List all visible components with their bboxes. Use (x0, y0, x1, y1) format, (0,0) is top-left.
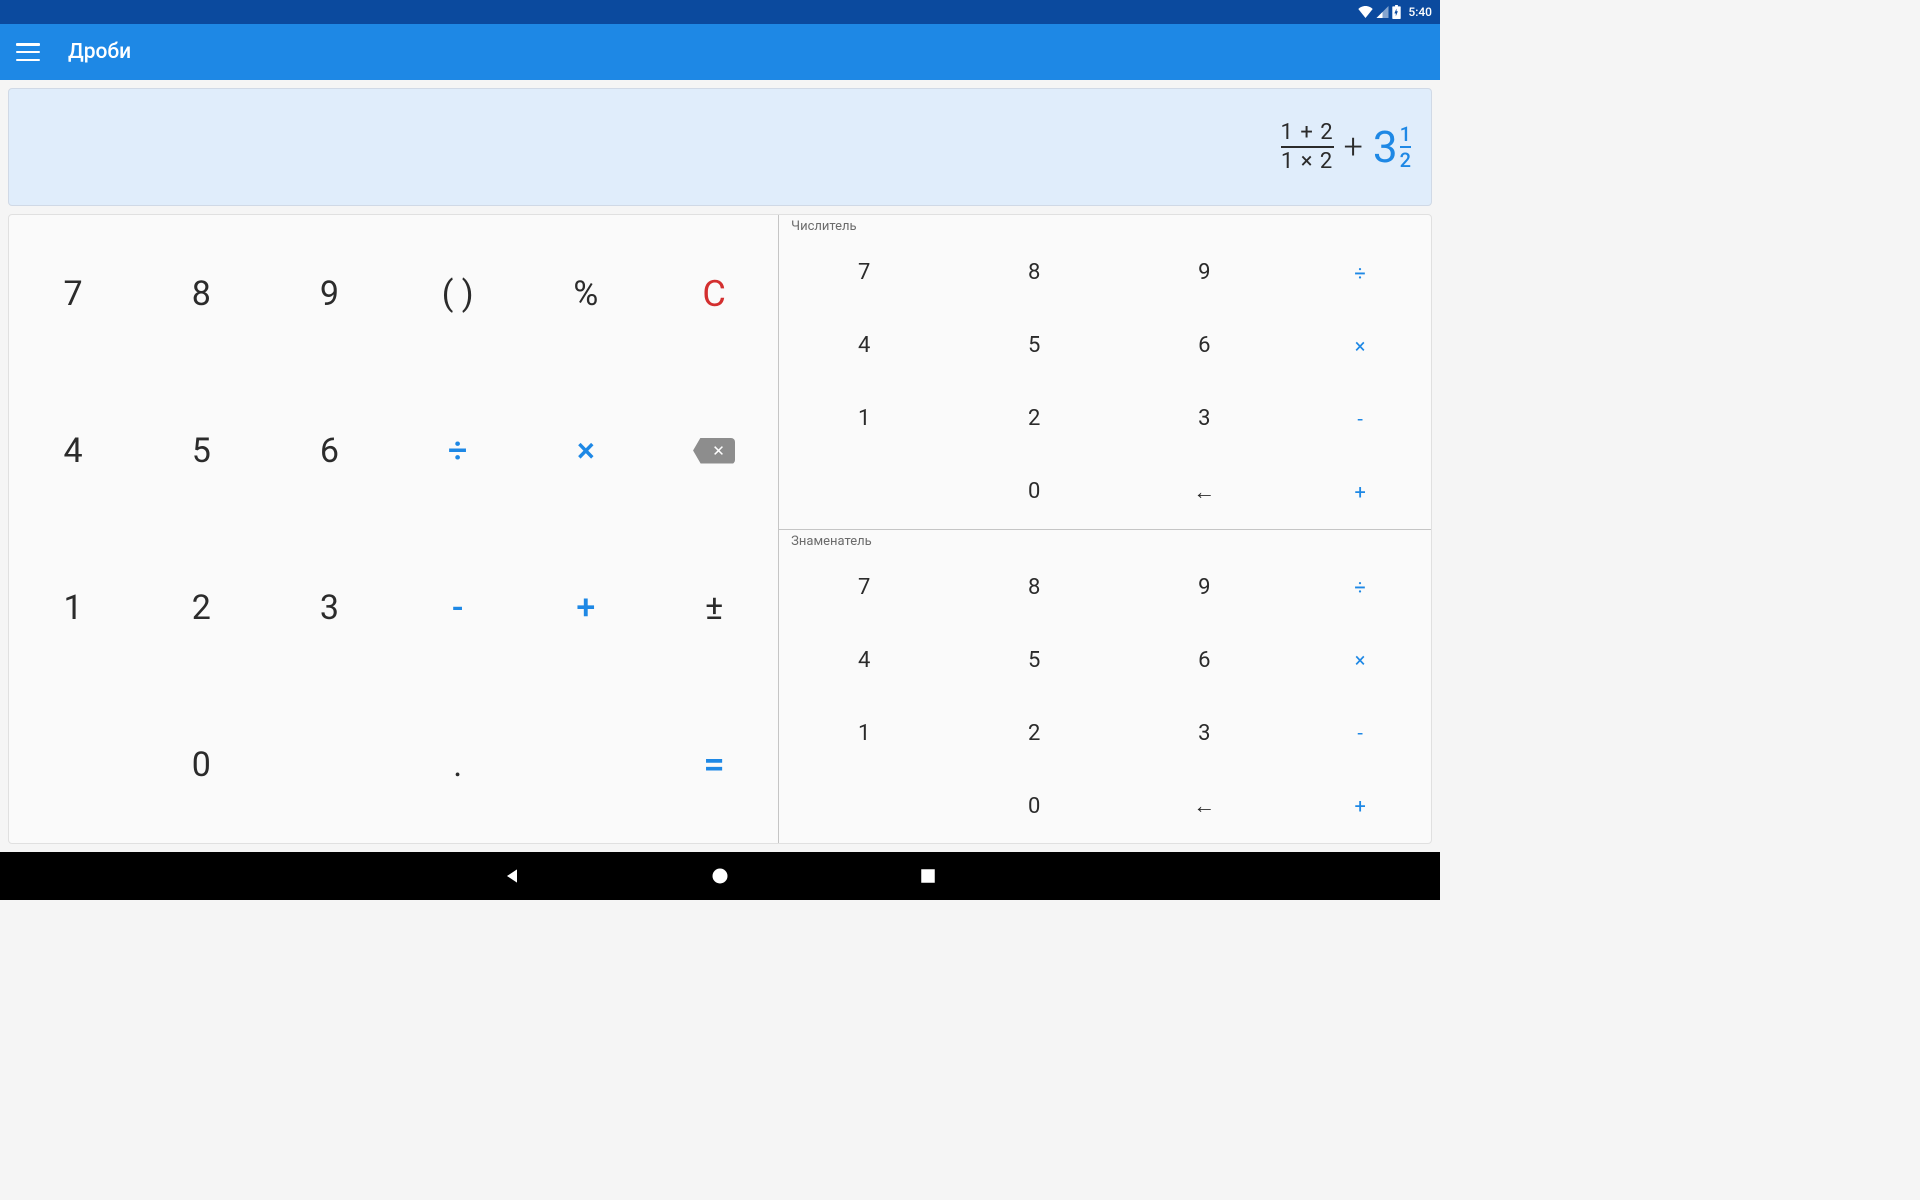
main-keypad: 7 8 9 ( ) % C 4 5 6 ÷ × ✕ 1 2 3 - + ± 0 … (9, 215, 779, 843)
key-empty-2 (265, 686, 393, 843)
app-title: Дроби (68, 40, 131, 64)
den-key-1[interactable]: 1 (779, 697, 949, 770)
nav-back-icon[interactable] (498, 862, 526, 890)
num-key-8[interactable]: 8 (949, 236, 1119, 309)
num-key-0[interactable]: 0 (949, 455, 1119, 528)
numerator-pad: Числитель 7 8 9 ÷ 4 5 6 × 1 2 3 - 0 ← (779, 215, 1431, 530)
den-key-6[interactable]: 6 (1119, 624, 1289, 697)
num-key-2[interactable]: 2 (949, 382, 1119, 455)
nav-recent-icon[interactable] (914, 862, 942, 890)
num-key-divide[interactable]: ÷ (1289, 236, 1431, 309)
key-plus[interactable]: + (522, 529, 650, 686)
num-key-empty (779, 455, 949, 528)
key-3[interactable]: 3 (265, 529, 393, 686)
num-key-3[interactable]: 3 (1119, 382, 1289, 455)
key-empty-1 (9, 686, 137, 843)
wifi-icon (1358, 6, 1373, 18)
mixed-numerator: 1 (1400, 124, 1411, 144)
num-key-9[interactable]: 9 (1119, 236, 1289, 309)
den-key-minus[interactable]: - (1289, 697, 1431, 770)
key-plusminus[interactable]: ± (650, 529, 778, 686)
key-2[interactable]: 2 (137, 529, 265, 686)
fraction-numerator: 1 + 2 (1281, 121, 1334, 144)
status-bar: 5:40 (0, 0, 1440, 24)
mixed-denominator: 2 (1400, 150, 1411, 170)
nav-home-icon[interactable] (706, 862, 734, 890)
operator-plus: + (1344, 127, 1363, 167)
status-time: 5:40 (1408, 5, 1432, 19)
den-key-2[interactable]: 2 (949, 697, 1119, 770)
key-1[interactable]: 1 (9, 529, 137, 686)
key-4[interactable]: 4 (9, 372, 137, 529)
key-5[interactable]: 5 (137, 372, 265, 529)
key-clear[interactable]: C (650, 215, 778, 372)
key-percent[interactable]: % (522, 215, 650, 372)
den-key-5[interactable]: 5 (949, 624, 1119, 697)
num-key-4[interactable]: 4 (779, 309, 949, 382)
menu-icon[interactable] (16, 43, 40, 61)
key-7[interactable]: 7 (9, 215, 137, 372)
den-key-7[interactable]: 7 (779, 551, 949, 624)
den-key-4[interactable]: 4 (779, 624, 949, 697)
num-key-5[interactable]: 5 (949, 309, 1119, 382)
num-key-7[interactable]: 7 (779, 236, 949, 309)
num-key-minus[interactable]: - (1289, 382, 1431, 455)
key-backspace[interactable]: ✕ (650, 372, 778, 529)
mixed-whole: 3 (1373, 125, 1398, 169)
denominator-label: Знаменатель (779, 534, 1431, 551)
key-divide[interactable]: ÷ (394, 372, 522, 529)
num-key-plus[interactable]: + (1289, 455, 1431, 528)
fraction-denominator: 1 × 2 (1281, 150, 1333, 173)
key-empty-3 (522, 686, 650, 843)
den-key-9[interactable]: 9 (1119, 551, 1289, 624)
den-key-8[interactable]: 8 (949, 551, 1119, 624)
den-key-empty (779, 770, 949, 843)
den-key-back[interactable]: ← (1119, 770, 1289, 843)
key-parens[interactable]: ( ) (394, 215, 522, 372)
expression-display[interactable]: 1 + 2 1 × 2 + 3 1 2 (8, 88, 1432, 206)
den-key-divide[interactable]: ÷ (1289, 551, 1431, 624)
den-key-plus[interactable]: + (1289, 770, 1431, 843)
key-minus[interactable]: - (394, 529, 522, 686)
app-bar: Дроби (0, 24, 1440, 80)
key-decimal[interactable]: . (394, 686, 522, 843)
den-key-3[interactable]: 3 (1119, 697, 1289, 770)
cell-signal-icon (1376, 6, 1389, 18)
key-equals[interactable]: = (650, 686, 778, 843)
fraction-display: 1 + 2 1 × 2 (1281, 121, 1334, 173)
key-multiply[interactable]: × (522, 372, 650, 529)
num-key-1[interactable]: 1 (779, 382, 949, 455)
denominator-pad: Знаменатель 7 8 9 ÷ 4 5 6 × 1 2 3 - 0 ← (779, 530, 1431, 844)
key-9[interactable]: 9 (265, 215, 393, 372)
android-nav-bar (0, 852, 1440, 900)
battery-charging-icon (1392, 5, 1401, 19)
backspace-icon: ✕ (693, 438, 735, 464)
key-8[interactable]: 8 (137, 215, 265, 372)
num-key-multiply[interactable]: × (1289, 309, 1431, 382)
numerator-label: Числитель (779, 219, 1431, 236)
num-key-back[interactable]: ← (1119, 455, 1289, 528)
den-key-0[interactable]: 0 (949, 770, 1119, 843)
den-key-multiply[interactable]: × (1289, 624, 1431, 697)
key-0[interactable]: 0 (137, 686, 265, 843)
num-key-6[interactable]: 6 (1119, 309, 1289, 382)
mixed-number-display: 3 1 2 (1373, 124, 1411, 170)
key-6[interactable]: 6 (265, 372, 393, 529)
